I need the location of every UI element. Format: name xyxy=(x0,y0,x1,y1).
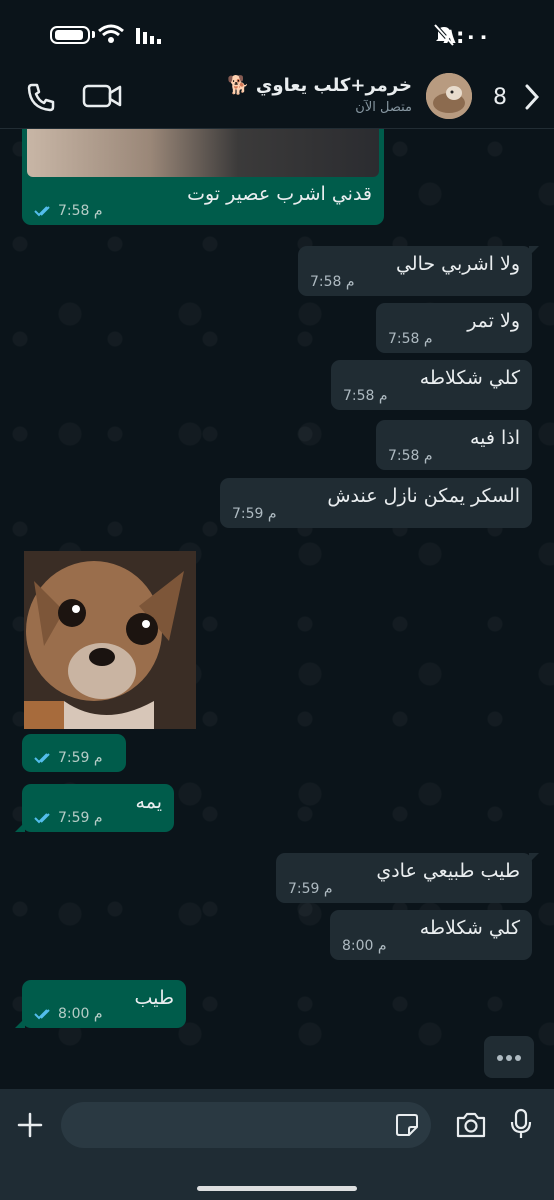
camera-icon[interactable] xyxy=(455,1111,487,1139)
message-time: 8:00 م xyxy=(342,938,387,954)
home-indicator xyxy=(197,1186,357,1191)
chat-area[interactable]: قدني اشرب عصير توت 7:58 م ولا اشربي حالي… xyxy=(0,129,554,1089)
message-time: 7:58 م xyxy=(343,388,388,404)
avatar[interactable] xyxy=(426,73,472,119)
message-meta: 7:59 م xyxy=(34,810,103,826)
message-text: اذا فيه xyxy=(469,427,520,449)
contact-status: متصل الآن xyxy=(355,100,412,115)
message-text: طيب xyxy=(134,987,174,1009)
message-bubble[interactable]: اذا فيه 7:58 م xyxy=(376,420,532,470)
message-input[interactable] xyxy=(61,1102,431,1148)
phone-icon[interactable] xyxy=(26,82,56,112)
more-options-button[interactable] xyxy=(484,1036,534,1078)
message-bubble[interactable]: قدني اشرب عصير توت 7:58 م xyxy=(22,129,384,225)
status-time: ٨:٠٠ xyxy=(443,24,490,48)
message-bubble[interactable]: السكر يمكن نازل عندش 7:59 م xyxy=(220,478,532,528)
message-bubble[interactable]: طيب طبيعي عادي 7:59 م xyxy=(276,853,539,903)
chevron-left-icon[interactable] xyxy=(524,84,540,110)
message-bubble[interactable]: ولا تمر 7:58 م xyxy=(376,303,532,353)
input-bar xyxy=(0,1089,554,1200)
message-meta: 8:00 م xyxy=(34,1006,103,1022)
message-text: السكر يمكن نازل عندش xyxy=(327,485,520,507)
message-bubble[interactable]: 7:59 م xyxy=(22,734,126,772)
message-text: طيب طبيعي عادي xyxy=(376,860,520,882)
back-unread-count[interactable]: 8 xyxy=(493,85,507,110)
message-time: 7:59 م xyxy=(232,506,277,522)
message-time: 7:58 م xyxy=(388,331,433,347)
message-bubble[interactable]: كلي شكلاطه 8:00 م xyxy=(330,910,532,960)
read-ticks-icon xyxy=(34,813,50,824)
microphone-icon[interactable] xyxy=(510,1108,532,1140)
message-text: كلي شكلاطه xyxy=(419,367,520,389)
message-text: ولا تمر xyxy=(467,310,520,332)
message-text: يمه xyxy=(135,791,162,813)
wifi-icon xyxy=(98,24,124,43)
read-ticks-icon xyxy=(34,206,50,217)
plus-icon[interactable] xyxy=(16,1111,44,1139)
status-bar: ٨:٠٠ xyxy=(0,0,554,66)
battery-tip xyxy=(92,31,95,38)
sticker-icon[interactable] xyxy=(395,1113,419,1137)
message-bubble[interactable]: كلي شكلاطه 7:58 م xyxy=(331,360,532,410)
contact-name[interactable]: خرمر+كلب يعاوي 🐕 xyxy=(227,75,412,96)
message-bubble[interactable]: يمه 7:59 م xyxy=(15,784,174,832)
read-ticks-icon xyxy=(34,1009,50,1020)
chat-header: 8 خرمر+كلب يعاوي 🐕 متصل الآن xyxy=(0,66,554,129)
battery-icon xyxy=(50,26,90,44)
read-ticks-icon xyxy=(34,753,50,764)
message-time: 7:58 م xyxy=(310,274,355,290)
signal-icon xyxy=(136,28,161,44)
message-time: 7:59 م xyxy=(288,881,333,897)
sticker-image[interactable] xyxy=(24,551,196,729)
message-time: 7:58 م xyxy=(388,448,433,464)
message-bubble[interactable]: طيب 8:00 م xyxy=(15,980,186,1028)
message-meta: 7:59 م xyxy=(34,750,103,766)
message-bubble[interactable]: ولا اشربي حالي 7:58 م xyxy=(298,246,539,296)
message-text: قدني اشرب عصير توت xyxy=(187,183,372,205)
message-meta: 7:58 م xyxy=(34,203,103,219)
message-text: ولا اشربي حالي xyxy=(395,253,520,275)
video-camera-icon[interactable] xyxy=(82,83,122,109)
message-text: كلي شكلاطه xyxy=(419,917,520,939)
image-thumbnail[interactable] xyxy=(27,129,379,177)
